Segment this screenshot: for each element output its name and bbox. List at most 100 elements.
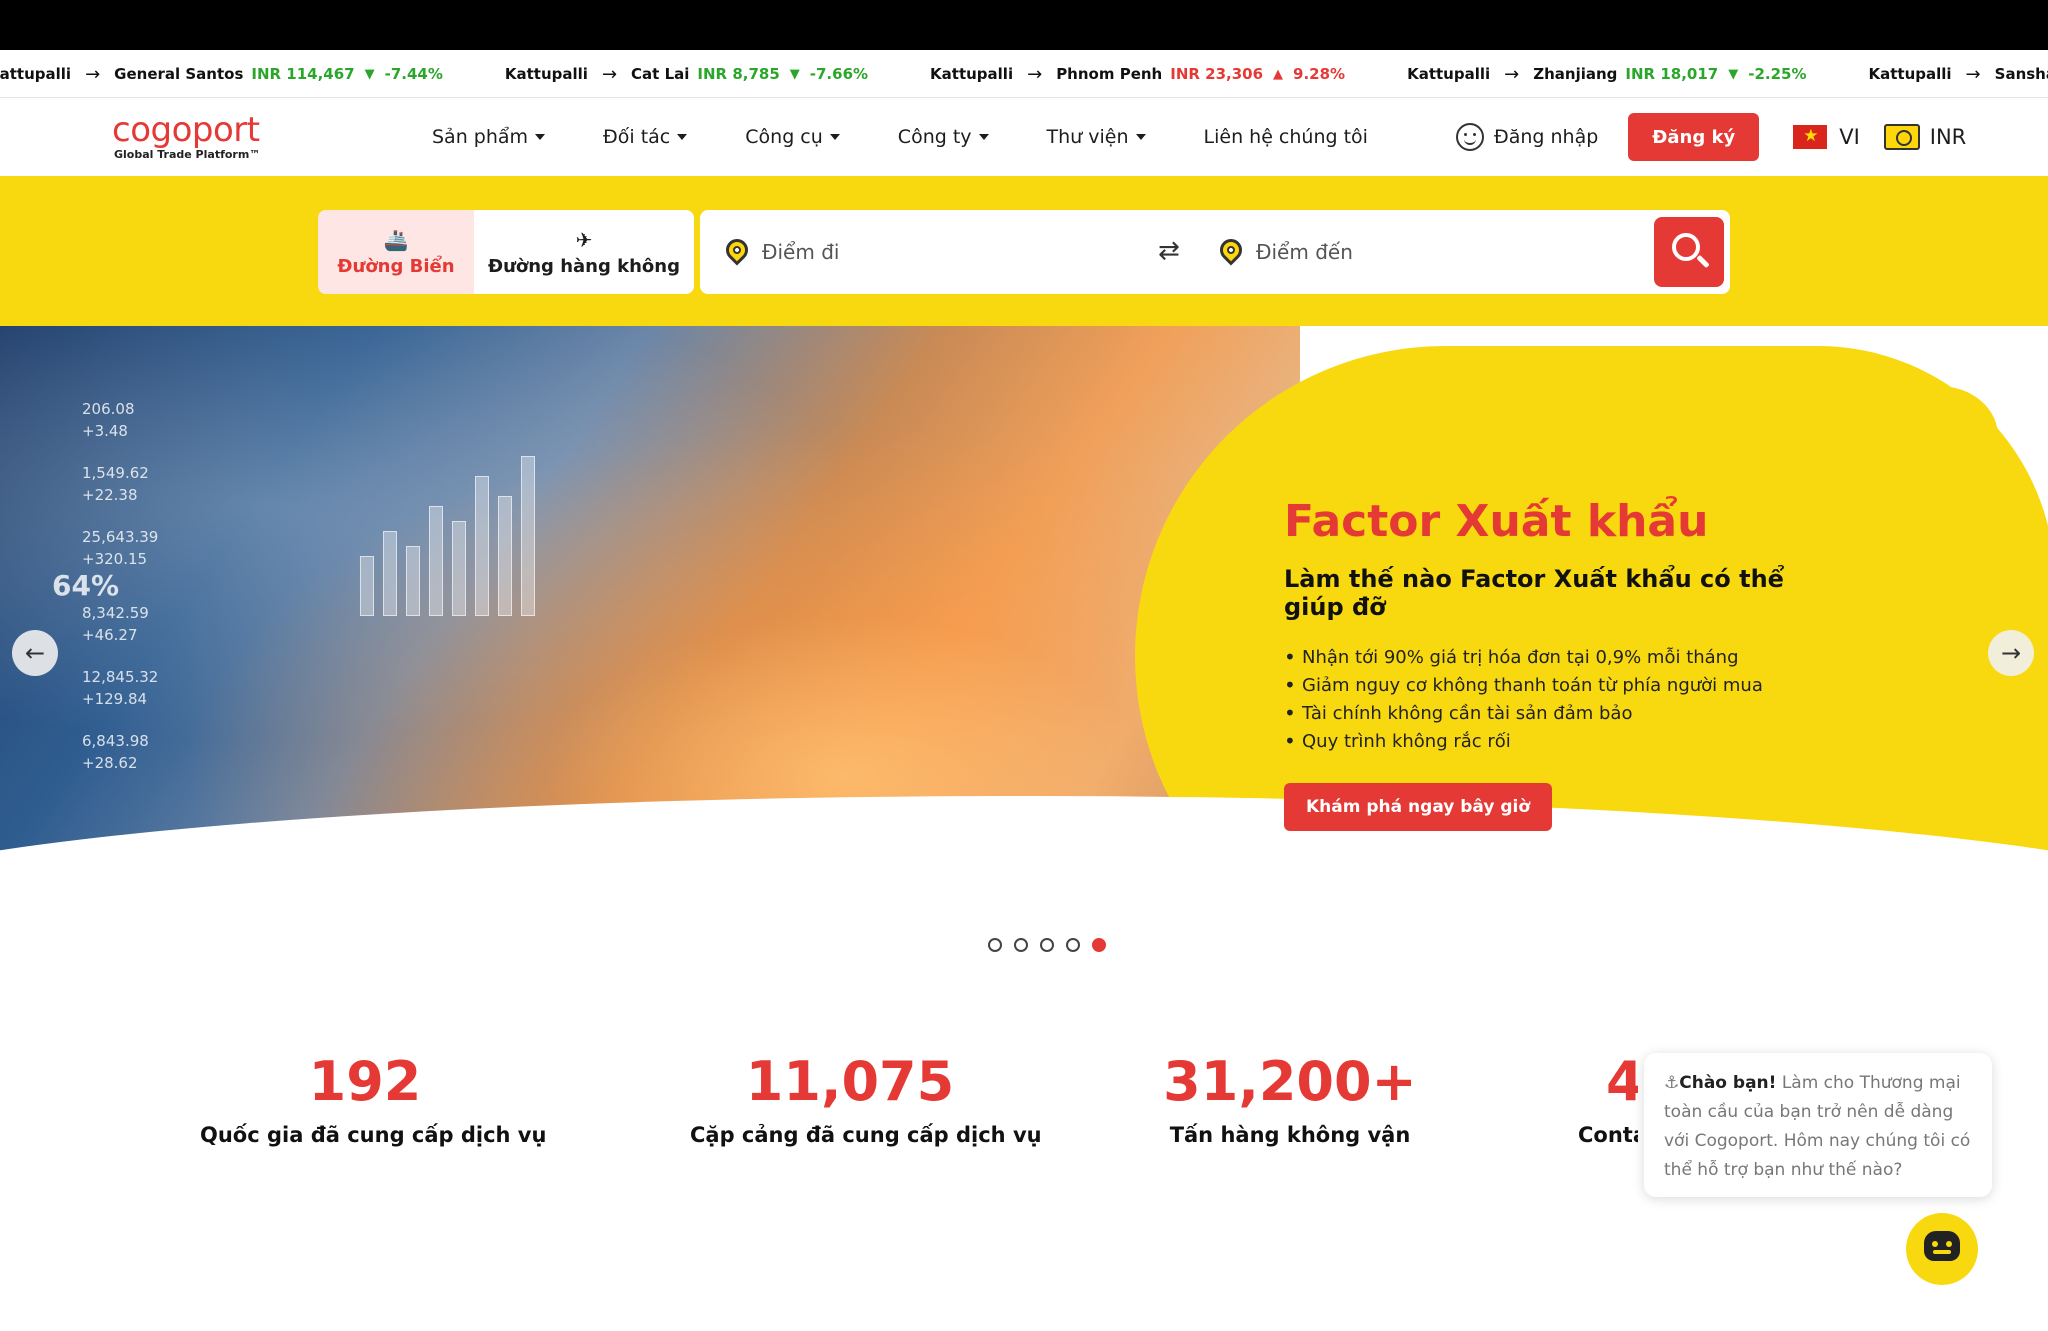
hero-content: Factor Xuất khẩu Làm thế nào Factor Xuất… <box>1284 496 1844 831</box>
ticker-price: INR 18,017 <box>1625 65 1719 83</box>
ticker-price: INR 8,785 <box>697 65 780 83</box>
chat-greeting: Chào bạn! <box>1679 1073 1777 1093</box>
triangle-down-icon: ▼ <box>1728 66 1739 82</box>
arrow-right-icon: → <box>1027 63 1043 85</box>
browser-top-bar <box>0 0 2048 50</box>
hero-benefit-item: Nhận tới 90% giá trị hóa đơn tại 0,9% mỗ… <box>1284 645 1844 669</box>
explore-now-button[interactable]: Khám phá ngay bây giờ <box>1284 783 1553 831</box>
login-link[interactable]: Đăng nhập <box>1456 123 1598 151</box>
login-label: Đăng nhập <box>1494 126 1599 148</box>
overlay-figure: +3.48 <box>82 422 128 440</box>
smiley-icon <box>1456 123 1484 151</box>
tab-air-label: Đường hàng không <box>487 255 680 277</box>
nav-item-label: Đối tác <box>603 126 671 148</box>
overlay-figure: 1,549.62 <box>82 464 149 482</box>
chevron-down-icon <box>535 134 546 140</box>
nav-item-products[interactable]: Sản phẩm <box>432 126 546 148</box>
arrow-right-icon: → <box>1504 63 1520 85</box>
overlay-figures: 206.08 +3.48 1,549.62 +22.38 25,643.39 +… <box>52 398 159 774</box>
language-selector[interactable]: VI <box>1793 125 1860 149</box>
nav-item-company[interactable]: Công ty <box>898 126 989 148</box>
cogoport-logo[interactable]: cogoport Global Trade Platform™ <box>112 110 260 161</box>
triangle-up-icon: ▲ <box>1273 66 1284 82</box>
triangle-down-icon: ▼ <box>789 66 800 82</box>
hero-benefit-item: Tài chính không cần tài sản đảm bảo <box>1284 701 1844 725</box>
stat-label: Quốc gia đã cung cấp dịch vụ <box>200 1123 547 1147</box>
hero-carousel: 206.08 +3.48 1,549.62 +22.38 25,643.39 +… <box>0 326 2048 926</box>
overlay-figure: 6,843.98 <box>82 732 149 750</box>
carousel-dot-2[interactable] <box>1014 938 1028 952</box>
ticker-item[interactable]: Kattupalli → General Santos INR 114,467 ▼ -7.… <box>0 64 443 85</box>
carousel-dot-4[interactable] <box>1066 938 1080 952</box>
currency-selector[interactable]: INR <box>1883 124 1967 150</box>
carousel-prev-arrow-icon[interactable]: ← <box>12 630 58 676</box>
transport-mode-tabs: 🚢 Đường Biển ✈ Đường hàng không <box>318 210 694 294</box>
ticker-origin: Kattupalli <box>930 65 1014 83</box>
nav-item-label: Liên hệ chúng tôi <box>1203 126 1368 148</box>
overlay-figure: 12,845.32 <box>82 668 159 686</box>
stat-label: Contai <box>1578 1123 1638 1147</box>
triangle-down-icon: ▼ <box>364 66 375 82</box>
chat-launcher-button[interactable] <box>1906 1213 1978 1285</box>
chevron-down-icon <box>829 134 840 140</box>
location-pin-icon <box>1215 234 1247 266</box>
carousel-dot-1[interactable] <box>988 938 1002 952</box>
carousel-next-arrow-icon[interactable]: → <box>1988 630 2034 676</box>
overlay-figure: 8,342.59 <box>82 604 149 622</box>
tab-air[interactable]: ✈ Đường hàng không <box>474 210 694 294</box>
search-button[interactable] <box>1654 217 1724 287</box>
ticker-origin: Kattupalli <box>1868 65 1952 83</box>
nav-item-label: Sản phẩm <box>432 126 529 148</box>
nav-item-label: Thư viện <box>1046 126 1129 148</box>
chevron-down-icon <box>677 134 688 140</box>
swap-icon[interactable]: ⇄ <box>1158 236 1180 266</box>
nav-item-tools[interactable]: Công cụ <box>745 126 840 148</box>
nav-menu: Sản phẩm Đối tác Công cụ Công ty Thư việ… <box>432 98 1426 176</box>
carousel-dot-5[interactable] <box>1092 938 1106 952</box>
overlay-figure: +320.15 <box>82 550 148 568</box>
hero-title: Factor Xuất khẩu <box>1284 496 1709 547</box>
destination-input[interactable] <box>1256 228 1636 276</box>
chevron-down-icon <box>1135 134 1146 140</box>
chat-greeting-bubble[interactable]: ⚓Chào bạn! Làm cho Thương mại toàn cầu c… <box>1644 1053 1992 1197</box>
stat-number: 4 <box>1606 1050 1638 1113</box>
decorative-bar-graphic <box>360 456 544 616</box>
nav-item-library[interactable]: Thư viện <box>1047 126 1146 148</box>
nav-actions: Đăng nhập Đăng ký VI INR <box>1456 98 1966 176</box>
tab-ocean[interactable]: 🚢 Đường Biển <box>318 210 474 294</box>
hero-benefit-list: Nhận tới 90% giá trị hóa đơn tại 0,9% mỗ… <box>1284 645 1844 753</box>
stat-containers: 4 Contai <box>1578 1050 1638 1147</box>
ticker-price: INR 23,306 <box>1170 65 1264 83</box>
ship-icon: 🚢 <box>383 227 409 252</box>
carousel-pagination <box>988 938 1118 952</box>
stat-number: 31,200+ <box>1163 1050 1417 1113</box>
carousel-dot-3[interactable] <box>1040 938 1054 952</box>
search-icon <box>1672 233 1700 261</box>
ticker-item[interactable]: Kattupalli → Phnom Penh INR 23,306 ▲ 9.28% <box>930 64 1345 85</box>
signup-button[interactable]: Đăng ký <box>1628 113 1760 161</box>
overlay-figure: 64% <box>52 569 120 602</box>
arrow-right-icon: → <box>601 63 618 85</box>
nav-item-contact[interactable]: Liên hệ chúng tôi <box>1204 126 1368 148</box>
overlay-figure: +28.62 <box>82 754 138 772</box>
stat-label: Tấn hàng không vận <box>1169 1123 1411 1147</box>
nav-item-label: Công ty <box>897 126 972 148</box>
arrow-right-icon: → <box>85 63 101 85</box>
ticker-item[interactable]: Kattupalli → Cat Lai INR 8,785 ▼ -7.66% <box>505 64 868 85</box>
overlay-figure: 25,643.39 <box>82 528 159 546</box>
ticker-change: 9.28% <box>1293 65 1346 83</box>
ticker-change: -2.25% <box>1748 65 1807 83</box>
search-icon-handle <box>1696 254 1710 269</box>
ticker-item[interactable]: Kattupalli → Zhanjiang INR 18,017 ▼ -2.25% <box>1407 64 1806 85</box>
origin-input[interactable] <box>762 228 1132 276</box>
currency-label: INR <box>1929 125 1967 149</box>
nav-item-label: Công cụ <box>745 126 823 148</box>
hero-subtitle: Làm thế nào Factor Xuất khẩu có thể giúp… <box>1284 565 1784 621</box>
overlay-figure: +129.84 <box>82 690 148 708</box>
ticker-item[interactable]: Kattupalli→SanshanINR 7,082▼-5.53% <box>1868 64 2048 85</box>
plane-icon: ✈ <box>575 227 593 252</box>
nav-item-partners[interactable]: Đối tác <box>603 126 688 148</box>
freight-rate-ticker: Kattupalli → General Santos INR 114,467 ▼ -7.… <box>0 50 2048 98</box>
stat-number: 192 <box>308 1050 422 1113</box>
ticker-destination: Sanshan <box>1994 65 2048 83</box>
